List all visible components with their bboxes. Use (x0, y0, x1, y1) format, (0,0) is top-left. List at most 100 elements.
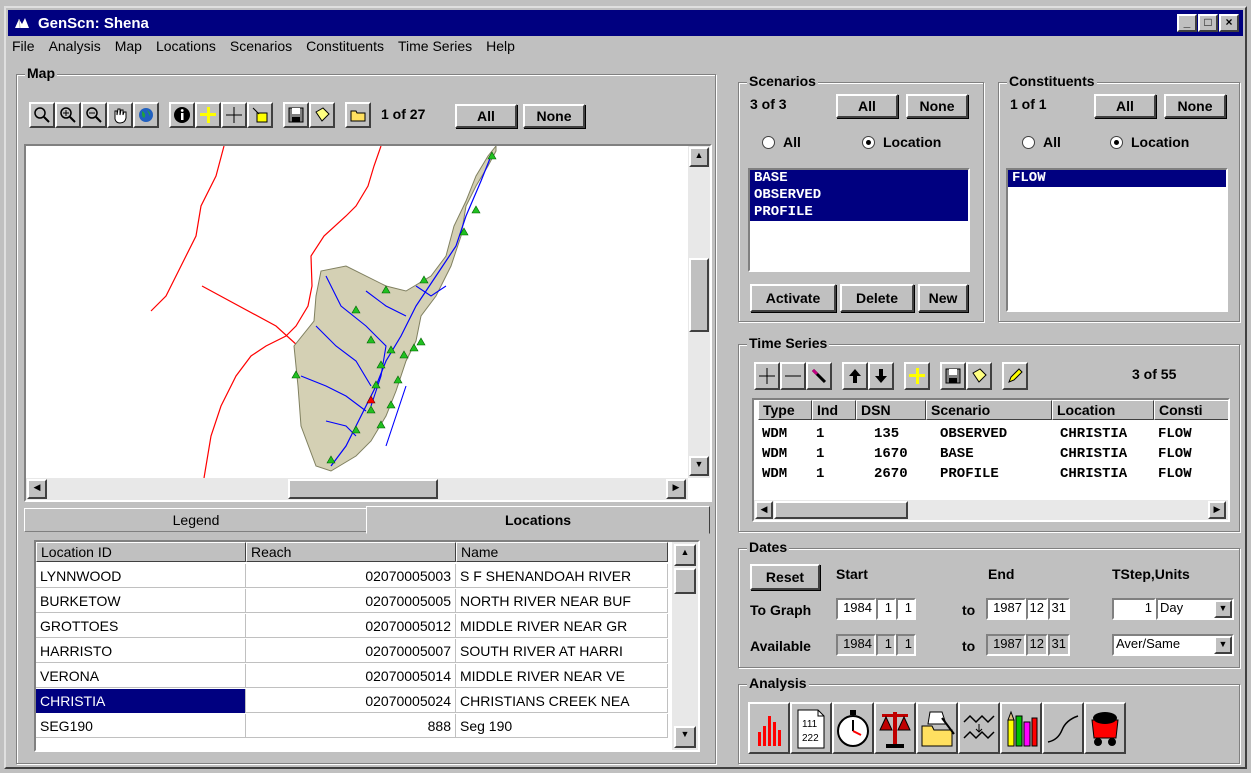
column-header-ind[interactable]: Ind (812, 400, 856, 420)
add-point-icon[interactable] (904, 362, 930, 390)
scenarios-list[interactable]: BASE OBSERVED PROFILE (748, 168, 970, 272)
scroll-up-arrow-icon[interactable]: ▲ (689, 147, 709, 167)
map-vscroll-thumb[interactable] (689, 258, 709, 332)
locations-vscroll-thumb[interactable] (674, 568, 696, 594)
constituents-radio-location[interactable]: Location (1110, 134, 1189, 150)
menu-time-series[interactable]: Time Series (398, 38, 472, 54)
map-all-button[interactable]: All (455, 104, 517, 128)
maximize-button[interactable]: □ (1198, 14, 1218, 32)
wand-icon[interactable] (806, 362, 832, 390)
table-row[interactable]: GROTTOES 02070005012 MIDDLE RIVER NEAR GR (36, 614, 668, 638)
remove-icon[interactable] (780, 362, 806, 390)
units-select[interactable]: Day ▼ (1156, 598, 1234, 620)
map-vscroll[interactable]: ▲ ▼ (688, 146, 710, 478)
move-up-icon[interactable] (842, 362, 868, 390)
menu-help[interactable]: Help (486, 38, 515, 54)
table-row[interactable]: SEG190 888 Seg 190 (36, 714, 668, 738)
curve-line-icon[interactable] (1042, 702, 1084, 754)
graph-end-month[interactable]: 12 (1026, 598, 1048, 620)
tstep-input[interactable]: 1 (1112, 598, 1156, 620)
map-none-button[interactable]: None (523, 104, 585, 128)
timeseries-hscroll-thumb[interactable] (774, 501, 908, 519)
column-header-scenario[interactable]: Scenario (926, 400, 1052, 420)
select-area-icon[interactable] (247, 102, 273, 128)
balance-scale-icon[interactable] (874, 702, 916, 754)
constituents-radio-all[interactable]: All (1022, 134, 1061, 150)
reset-button[interactable]: Reset (750, 564, 820, 590)
open-folder-icon[interactable] (345, 102, 371, 128)
aggregation-select[interactable]: Aver/Same ▼ (1112, 634, 1234, 656)
scenarios-none-button[interactable]: None (906, 94, 968, 118)
column-header-location-id[interactable]: Location ID (36, 542, 246, 562)
table-row[interactable]: WDM 1 2670 PROFILE CHRISTIA FLOW (754, 466, 1228, 486)
save-icon[interactable] (283, 102, 309, 128)
scroll-left-arrow-icon[interactable]: ◀ (755, 501, 773, 519)
constituents-list[interactable]: FLOW (1006, 168, 1228, 312)
map-hscroll-thumb[interactable] (288, 479, 438, 499)
chevron-down-icon[interactable]: ▼ (1214, 636, 1232, 654)
column-header-reach[interactable]: Reach (246, 542, 456, 562)
table-row[interactable]: VERONA 02070005014 MIDDLE RIVER NEAR VE (36, 664, 668, 688)
pencil-icon[interactable] (1002, 362, 1028, 390)
move-down-icon[interactable] (868, 362, 894, 390)
map-hscroll[interactable]: ◀ ▶ (26, 478, 688, 500)
table-row[interactable]: HARRISTO 02070005007 SOUTH RIVER AT HARRI (36, 639, 668, 663)
menu-analysis[interactable]: Analysis (49, 38, 101, 54)
tab-legend[interactable]: Legend (24, 508, 368, 532)
folder-shapes-icon[interactable] (916, 702, 958, 754)
minimize-button[interactable]: _ (1177, 14, 1197, 32)
menu-locations[interactable]: Locations (156, 38, 216, 54)
list-item[interactable]: OBSERVED (750, 187, 968, 204)
graph-end-day[interactable]: 31 (1048, 598, 1070, 620)
locations-vscroll[interactable]: ▲ ▼ (672, 542, 698, 750)
add-icon[interactable] (754, 362, 780, 390)
mine-cart-icon[interactable] (1084, 702, 1126, 754)
info-icon[interactable] (169, 102, 195, 128)
menu-scenarios[interactable]: Scenarios (230, 38, 292, 54)
zoom-icon[interactable] (29, 102, 55, 128)
column-header-type[interactable]: Type (758, 400, 812, 420)
graph-start-month[interactable]: 1 (876, 598, 896, 620)
scroll-right-arrow-icon[interactable]: ▶ (1208, 501, 1226, 519)
column-header-constituent[interactable]: Consti (1154, 400, 1228, 420)
wave-compare-icon[interactable] (958, 702, 1000, 754)
table-row[interactable]: LYNNWOOD 02070005003 S F SHENANDOAH RIVER (36, 564, 668, 588)
table-row[interactable]: WDM 1 1670 BASE CHRISTIA FLOW (754, 446, 1228, 466)
tag-icon[interactable] (309, 102, 335, 128)
save-icon[interactable] (940, 362, 966, 390)
zoom-in-icon[interactable] (55, 102, 81, 128)
scroll-right-arrow-icon[interactable]: ▶ (666, 479, 686, 499)
scroll-down-arrow-icon[interactable]: ▼ (674, 726, 696, 748)
table-row[interactable]: CHRISTIA 02070005024 CHRISTIANS CREEK NEA (36, 689, 668, 713)
graph-start-year[interactable]: 1984 (836, 598, 876, 620)
pan-hand-icon[interactable] (107, 102, 133, 128)
graph-start-day[interactable]: 1 (896, 598, 916, 620)
scenarios-all-button[interactable]: All (836, 94, 898, 118)
scroll-down-arrow-icon[interactable]: ▼ (689, 456, 709, 476)
graph-end-year[interactable]: 1987 (986, 598, 1026, 620)
scenarios-radio-location[interactable]: Location (862, 134, 941, 150)
delete-button[interactable]: Delete (840, 284, 914, 312)
add-point-icon[interactable] (195, 102, 221, 128)
map-canvas[interactable]: ▲ ▼ ◀ ▶ (24, 144, 712, 502)
column-header-dsn[interactable]: DSN (856, 400, 926, 420)
crosshair-icon[interactable] (221, 102, 247, 128)
scroll-up-arrow-icon[interactable]: ▲ (674, 544, 696, 566)
list-item[interactable]: BASE (750, 170, 968, 187)
list-table-icon[interactable]: 111 222 (790, 702, 832, 754)
column-header-name[interactable]: Name (456, 542, 668, 562)
globe-icon[interactable] (133, 102, 159, 128)
bar-graph-icon[interactable] (748, 702, 790, 754)
list-item[interactable]: PROFILE (750, 204, 968, 221)
constituents-all-button[interactable]: All (1094, 94, 1156, 118)
table-row[interactable]: WDM 1 135 OBSERVED CHRISTIA FLOW (754, 426, 1228, 446)
activate-button[interactable]: Activate (750, 284, 836, 312)
menu-file[interactable]: File (12, 38, 35, 54)
column-header-location[interactable]: Location (1052, 400, 1154, 420)
new-button[interactable]: New (918, 284, 968, 312)
menu-map[interactable]: Map (115, 38, 142, 54)
tab-locations[interactable]: Locations (366, 506, 710, 534)
tag-icon[interactable] (966, 362, 992, 390)
list-item[interactable]: FLOW (1008, 170, 1226, 187)
close-button[interactable]: × (1219, 14, 1239, 32)
